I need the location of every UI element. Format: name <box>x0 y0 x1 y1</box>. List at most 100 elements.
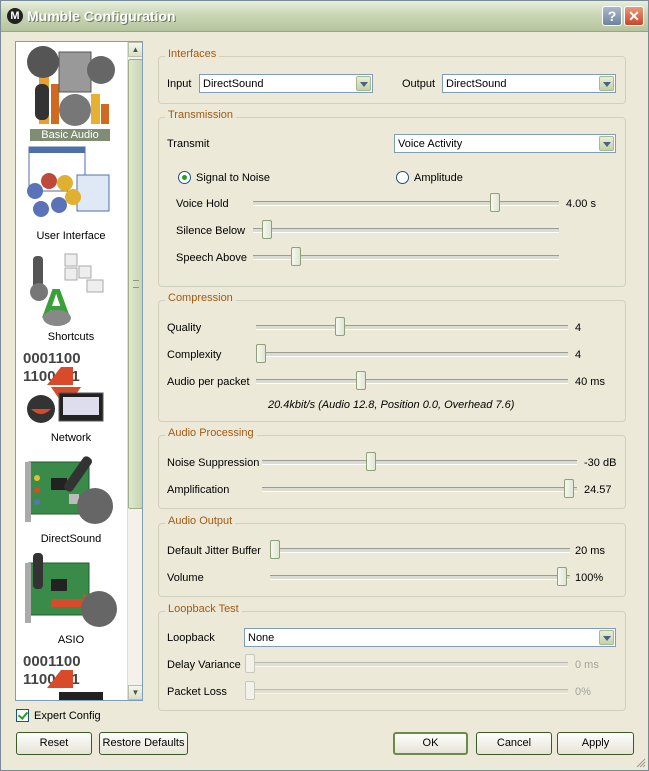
audio-per-packet-track[interactable] <box>256 379 568 384</box>
group-title: Transmission <box>165 109 236 121</box>
complexity-value: 4 <box>575 349 582 361</box>
sidebar-item-directsound[interactable]: DirectSound <box>16 446 126 547</box>
amplification-value: 24.57 <box>584 484 612 496</box>
jitter-buffer-label: Default Jitter Buffer <box>167 545 261 557</box>
signal-to-noise-radio[interactable] <box>178 171 191 184</box>
quality-track[interactable] <box>256 325 568 330</box>
chevron-down-icon[interactable] <box>356 76 371 91</box>
scroll-up-button[interactable]: ▲ <box>128 42 142 57</box>
restore-defaults-button[interactable]: Restore Defaults <box>99 732 188 755</box>
sidebar-item-network[interactable]: 0001100 1100011 Network <box>16 345 126 446</box>
directsound-card-icon <box>25 456 113 524</box>
ok-button[interactable]: OK <box>393 732 468 755</box>
jitter-buffer-value: 20 ms <box>575 545 605 557</box>
volume-track[interactable] <box>270 575 570 580</box>
amplitude-label: Amplitude <box>414 172 463 184</box>
noise-suppression-slider[interactable] <box>365 452 376 471</box>
speech-above-label: Speech Above <box>176 252 247 264</box>
delay-variance-track <box>245 662 568 667</box>
scroll-thumb[interactable] <box>128 59 142 509</box>
network-icon: 0001100 1100011 <box>23 653 103 700</box>
noise-suppression-label: Noise Suppression <box>167 457 260 469</box>
volume-label: Volume <box>167 572 204 584</box>
microphone-audio-icon <box>27 46 115 126</box>
signal-to-noise-label: Signal to Noise <box>196 172 270 184</box>
chevron-down-icon[interactable] <box>599 630 614 645</box>
input-select[interactable]: DirectSound <box>199 74 373 93</box>
quality-label: Quality <box>167 322 202 334</box>
packet-loss-value: 0% <box>575 686 591 698</box>
help-button[interactable]: ? <box>602 6 622 26</box>
speech-above-slider[interactable] <box>291 247 302 266</box>
cancel-button[interactable]: Cancel <box>476 732 552 755</box>
transmit-select[interactable]: Voice Activity <box>394 134 616 153</box>
amplification-track[interactable] <box>262 487 577 492</box>
packet-loss-track <box>245 689 568 694</box>
loopback-select-value: None <box>248 632 275 644</box>
voice-hold-value: 4.00 s <box>566 198 596 210</box>
group-title: Loopback Test <box>165 603 242 615</box>
resize-grip-icon[interactable] <box>636 758 646 768</box>
voice-hold-track[interactable] <box>253 201 559 206</box>
sidebar-item-label: Shortcuts <box>47 331 95 343</box>
amplitude-radio[interactable] <box>396 171 409 184</box>
close-button[interactable]: ✕ <box>624 6 644 26</box>
apply-button[interactable]: Apply <box>557 732 634 755</box>
complexity-slider[interactable] <box>256 344 266 363</box>
category-list[interactable]: Basic Audio User Interface A Shortcuts 0… <box>15 41 143 701</box>
loopback-select[interactable]: None <box>244 628 616 647</box>
packet-loss-label: Packet Loss <box>167 686 227 698</box>
sidebar-item-label: ASIO <box>57 634 85 646</box>
output-label: Output <box>402 78 436 90</box>
sidebar-item-user-interface[interactable]: User Interface <box>16 143 126 244</box>
group-title: Interfaces <box>165 48 220 60</box>
group-title: Audio Processing <box>165 427 257 439</box>
jitter-buffer-slider[interactable] <box>270 540 280 559</box>
network-bits-top: 0001100 <box>23 653 81 670</box>
sidebar-item-label: Network <box>50 432 92 444</box>
delay-variance-value: 0 ms <box>575 659 599 671</box>
silence-below-label: Silence Below <box>176 225 246 237</box>
audio-processing-group: Audio Processing <box>158 427 626 509</box>
noise-suppression-track[interactable] <box>262 460 577 465</box>
complexity-label: Complexity <box>167 349 222 361</box>
input-select-value: DirectSound <box>203 78 264 90</box>
audio-output-group: Audio Output <box>158 515 626 597</box>
output-select-value: DirectSound <box>446 78 507 90</box>
sidebar-item-partial: 0001100 1100011 <box>16 648 126 700</box>
packet-loss-slider <box>245 681 255 700</box>
noise-suppression-value: -30 dB <box>584 457 617 469</box>
silence-below-slider[interactable] <box>261 220 272 239</box>
sidebar-item-shortcuts[interactable]: A Shortcuts <box>16 244 126 345</box>
group-title: Compression <box>165 292 236 304</box>
title-bar[interactable]: M Mumble Configuration ? ✕ <box>1 1 648 32</box>
silence-below-track[interactable] <box>253 228 559 233</box>
amplification-slider[interactable] <box>563 479 574 498</box>
audio-per-packet-value: 40 ms <box>575 376 605 388</box>
audio-per-packet-slider[interactable] <box>355 371 366 390</box>
sidebar-item-label: Basic Audio <box>30 129 110 141</box>
scroll-down-button[interactable]: ▼ <box>128 685 142 700</box>
volume-value: 100% <box>575 572 604 584</box>
group-title: Audio Output <box>165 515 236 527</box>
user-interface-icon <box>27 146 110 217</box>
loopback-label: Loopback <box>167 632 215 644</box>
sidebar-scrollbar[interactable]: ▲ ▼ <box>127 42 142 700</box>
expert-config-checkbox[interactable] <box>16 709 29 722</box>
quality-slider[interactable] <box>334 317 345 336</box>
voice-hold-slider[interactable] <box>489 193 500 212</box>
amplification-label: Amplification <box>167 484 230 496</box>
volume-slider[interactable] <box>557 567 568 586</box>
sidebar-item-asio[interactable]: ASIO <box>16 547 126 648</box>
network-bits-top: 0001100 <box>23 350 81 367</box>
output-select[interactable]: DirectSound <box>442 74 616 93</box>
quality-value: 4 <box>575 322 582 334</box>
jitter-buffer-track[interactable] <box>270 548 570 553</box>
reset-button[interactable]: Reset <box>16 732 92 755</box>
sidebar-item-basic-audio[interactable]: Basic Audio <box>16 42 126 143</box>
chevron-down-icon[interactable] <box>599 76 614 91</box>
chevron-down-icon[interactable] <box>599 136 614 151</box>
keyboard-shortcuts-icon: A <box>30 253 104 327</box>
complexity-track[interactable] <box>256 352 568 357</box>
bitrate-info: 20.4kbit/s (Audio 12.8, Position 0.0, Ov… <box>268 399 515 411</box>
